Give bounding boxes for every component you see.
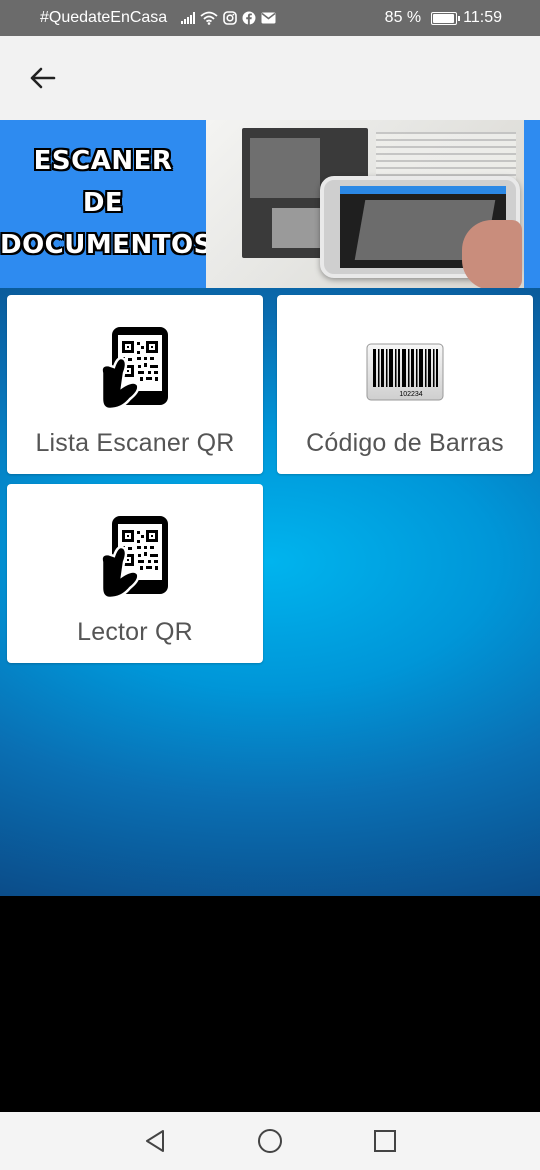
carrier-text: #QuedateEnCasa <box>40 9 168 26</box>
menu-card-codigo-de-barras[interactable]: 102234 Código de Barras <box>277 295 533 474</box>
menu-card-label: Código de Barras <box>306 429 504 457</box>
nav-home-icon[interactable] <box>257 1128 283 1154</box>
nav-back-icon[interactable] <box>142 1128 168 1154</box>
barcode-number: 102234 <box>399 391 422 398</box>
app-bar <box>0 36 540 120</box>
banner-title-line-3: DOCUMENTOS <box>0 230 213 260</box>
menu-card-lector-qr[interactable]: Lector QR <box>7 484 263 663</box>
banner-title: ESCANER DE DOCUMENTOS <box>0 140 213 266</box>
menu-card-label: Lector QR <box>77 618 193 646</box>
status-left: #QuedateEnCasa <box>40 9 276 27</box>
status-icons <box>181 11 276 25</box>
nav-recent-icon[interactable] <box>372 1128 398 1154</box>
menu-card-label: Lista Escaner QR <box>35 429 235 457</box>
battery-icon <box>431 11 461 25</box>
mail-icon <box>261 12 276 24</box>
phone-image <box>320 176 522 288</box>
battery-percent: 85 % <box>384 9 422 26</box>
hand-image <box>462 220 522 288</box>
status-bar: #QuedateEnCasa 85 % 11:59 <box>0 0 540 36</box>
instagram-icon <box>223 11 238 25</box>
banner-title-line-1: ESCANER <box>33 146 173 176</box>
menu-card-lista-escaner-qr[interactable]: Lista Escaner QR <box>7 295 263 474</box>
facebook-icon <box>242 11 256 25</box>
signal-icon <box>181 12 196 24</box>
banner-photo <box>206 120 524 288</box>
banner-edge <box>524 120 540 288</box>
back-button[interactable] <box>26 62 58 94</box>
empty-area <box>0 896 540 1112</box>
battery-fill <box>433 13 454 23</box>
banner-title-line-2: DE <box>82 188 124 218</box>
header-banner: ESCANER DE DOCUMENTOS <box>0 120 540 288</box>
barcode-icon: 102234 <box>366 343 444 406</box>
wifi-icon <box>200 11 218 25</box>
qr-phone-hand-icon <box>100 514 170 605</box>
status-right: 85 % 11:59 <box>385 9 502 27</box>
main-content: Lista Escaner QR 102234 Código de Barras… <box>0 288 540 896</box>
qr-phone-hand-icon <box>100 325 170 416</box>
system-nav-bar <box>0 1112 540 1170</box>
arrow-left-icon <box>30 67 56 89</box>
clock: 11:59 <box>463 9 502 26</box>
